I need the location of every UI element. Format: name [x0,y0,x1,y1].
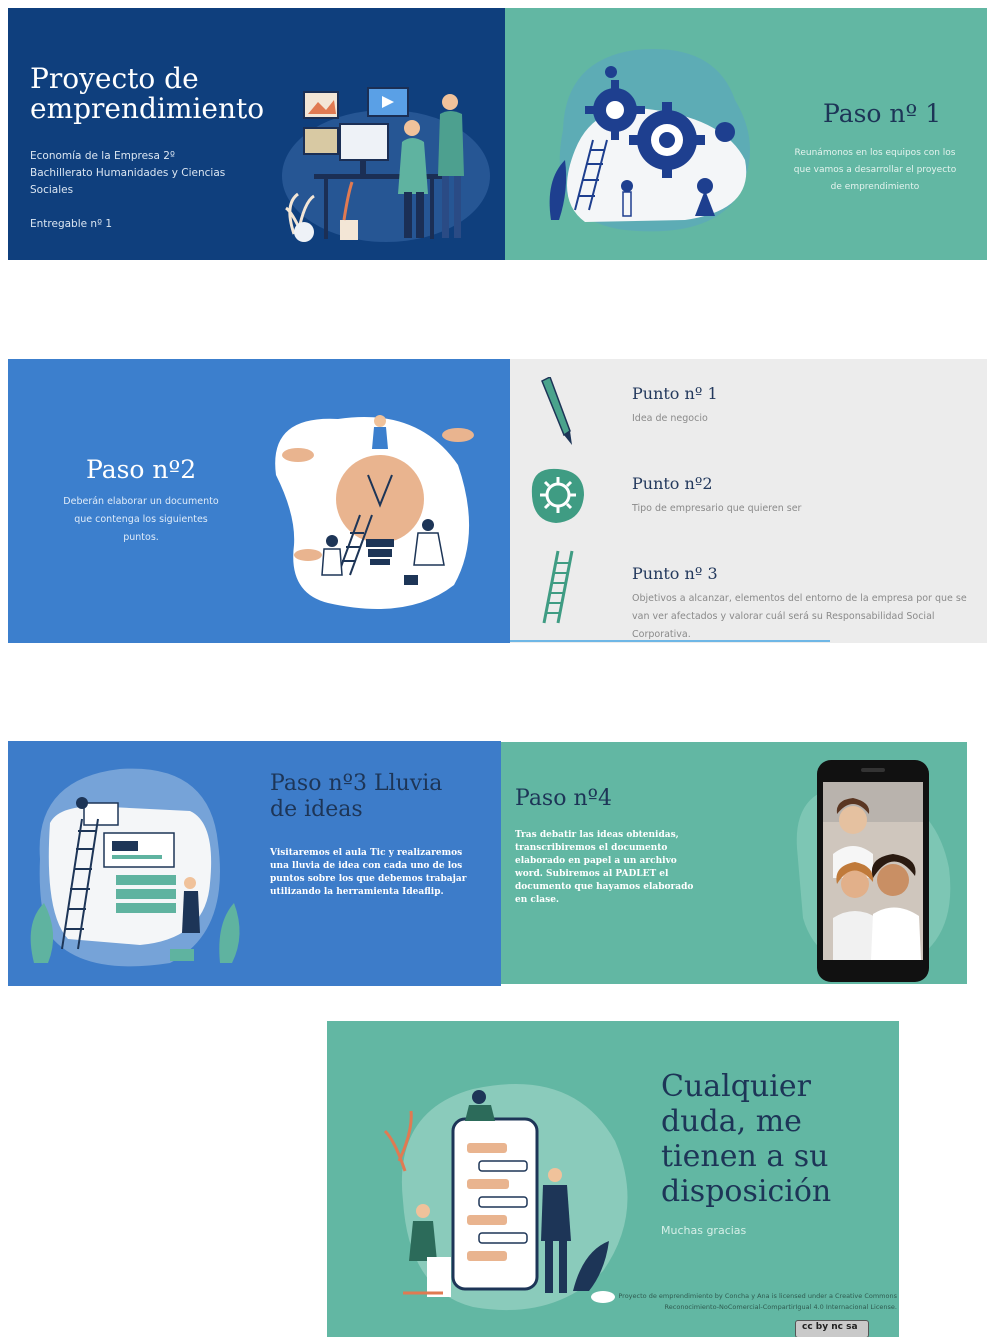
slide1-deliverable: Entregable nº 1 [30,218,113,230]
slide5-body: Visitaremos el aula Tic y realizaremos u… [270,848,467,897]
point-2-desc: Tipo de empresario que quieren ser [632,503,802,514]
point-2-title: Punto nº2 [632,474,713,493]
workspace-illustration [282,87,490,242]
lightbulb-illustration [275,415,474,609]
slide4-bottom-line [510,640,830,642]
slide6-title: Paso nº4 [515,786,612,811]
point-3-title: Punto nº 3 [632,564,718,583]
slide-paso-4: Paso nº4 Tras debatir las ideas obtenida… [501,742,967,984]
slide3-title: Paso nº2 [86,455,197,484]
ladder-icon [542,550,574,624]
slide-despedida: Cualquier duda, me tienen a su disposici… [327,1021,899,1337]
slide-paso-3: Paso nº3 Lluvia de ideas Visitaremos el … [8,741,501,986]
cc-license-badge[interactable]: cc by nc sa [795,1320,869,1337]
gear-icon [531,468,584,523]
slide7-title: Cualquier duda, me tienen a su disposici… [661,1069,832,1209]
slide3-body: Deberán elaborar un documento que conten… [63,496,219,543]
pen-icon [541,377,572,445]
slide7-thanks: Muchas gracias [661,1224,747,1237]
brainstorm-illustration [30,768,240,967]
slide-paso-1: Paso nº 1 Reunámonos en los equipos con … [505,8,987,260]
point-1-title: Punto nº 1 [632,384,718,403]
slide1-subtitle: Economía de la Empresa 2º Bachillerato H… [30,150,226,196]
license-text: Proyecto de emprendimiento by Concha y A… [618,1292,897,1311]
slide-proyecto-emprendimiento: Proyecto de emprendimiento Economía de l… [8,8,505,260]
slide5-title: Paso nº3 Lluvia de ideas [270,771,443,822]
slide1-title: Proyecto de emprendimiento [30,62,265,125]
cc-badge-label: cc by nc sa [802,1322,858,1332]
slide2-title: Paso nº 1 [823,99,942,128]
slide2-body: Reunámonos en los equipos con los que va… [793,148,957,192]
slide-paso-2: Paso nº2 Deberán elaborar un documento q… [8,359,510,643]
slide-puntos: Punto nº 1 Idea de negocio Punto nº2 Tip… [510,359,987,643]
chat-phone-illustration [383,1083,628,1311]
slide6-body: Tras debatir las ideas obtenidas, transc… [515,830,694,905]
smartphone-video-call-image [796,760,951,982]
point-1-desc: Idea de negocio [632,413,708,424]
point-3-desc: Objetivos a alcanzar, elementos del ento… [632,593,967,640]
gears-team-illustration [549,49,750,232]
